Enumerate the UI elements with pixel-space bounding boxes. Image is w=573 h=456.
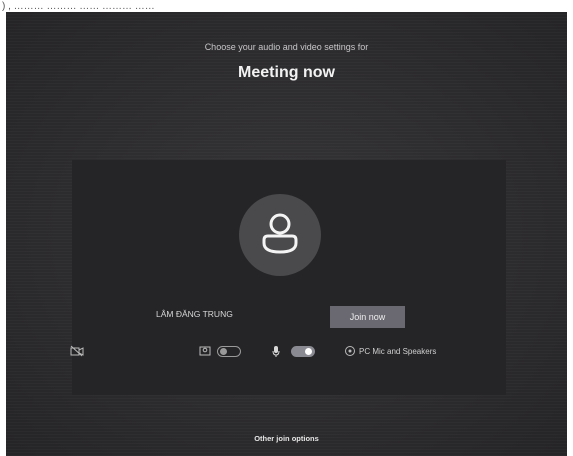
other-join-options-link[interactable]: Other join options [6, 434, 567, 443]
meeting-title: Meeting now [238, 64, 335, 81]
join-now-button[interactable]: Join now [330, 306, 405, 328]
camera-off-icon [70, 345, 84, 357]
camera-button[interactable] [70, 342, 84, 360]
camera-toggle-switch[interactable] [217, 345, 241, 357]
microphone-toggle[interactable] [291, 342, 315, 360]
prejoin-subtitle: Choose your audio and video settings for [204, 42, 369, 52]
pc-speaker-icon [345, 346, 355, 356]
microphone-button[interactable] [271, 342, 281, 360]
audio-device-selector[interactable]: PC Mic and Speakers [344, 342, 436, 360]
avatar [239, 194, 321, 276]
microphone-icon [272, 346, 280, 357]
prejoin-screen: Choose your audio and video settings for… [6, 12, 567, 456]
device-controls: PC Mic and Speakers [6, 342, 567, 362]
user-name-display: LÂM ĐĂNG TRUNG [156, 309, 233, 319]
background-effects-icon [199, 346, 211, 356]
microphone-toggle-switch[interactable] [291, 345, 315, 357]
background-effects-button[interactable] [199, 342, 211, 360]
audio-device-label: PC Mic and Speakers [359, 346, 437, 356]
camera-toggle[interactable] [217, 342, 241, 360]
person-icon [262, 213, 298, 254]
